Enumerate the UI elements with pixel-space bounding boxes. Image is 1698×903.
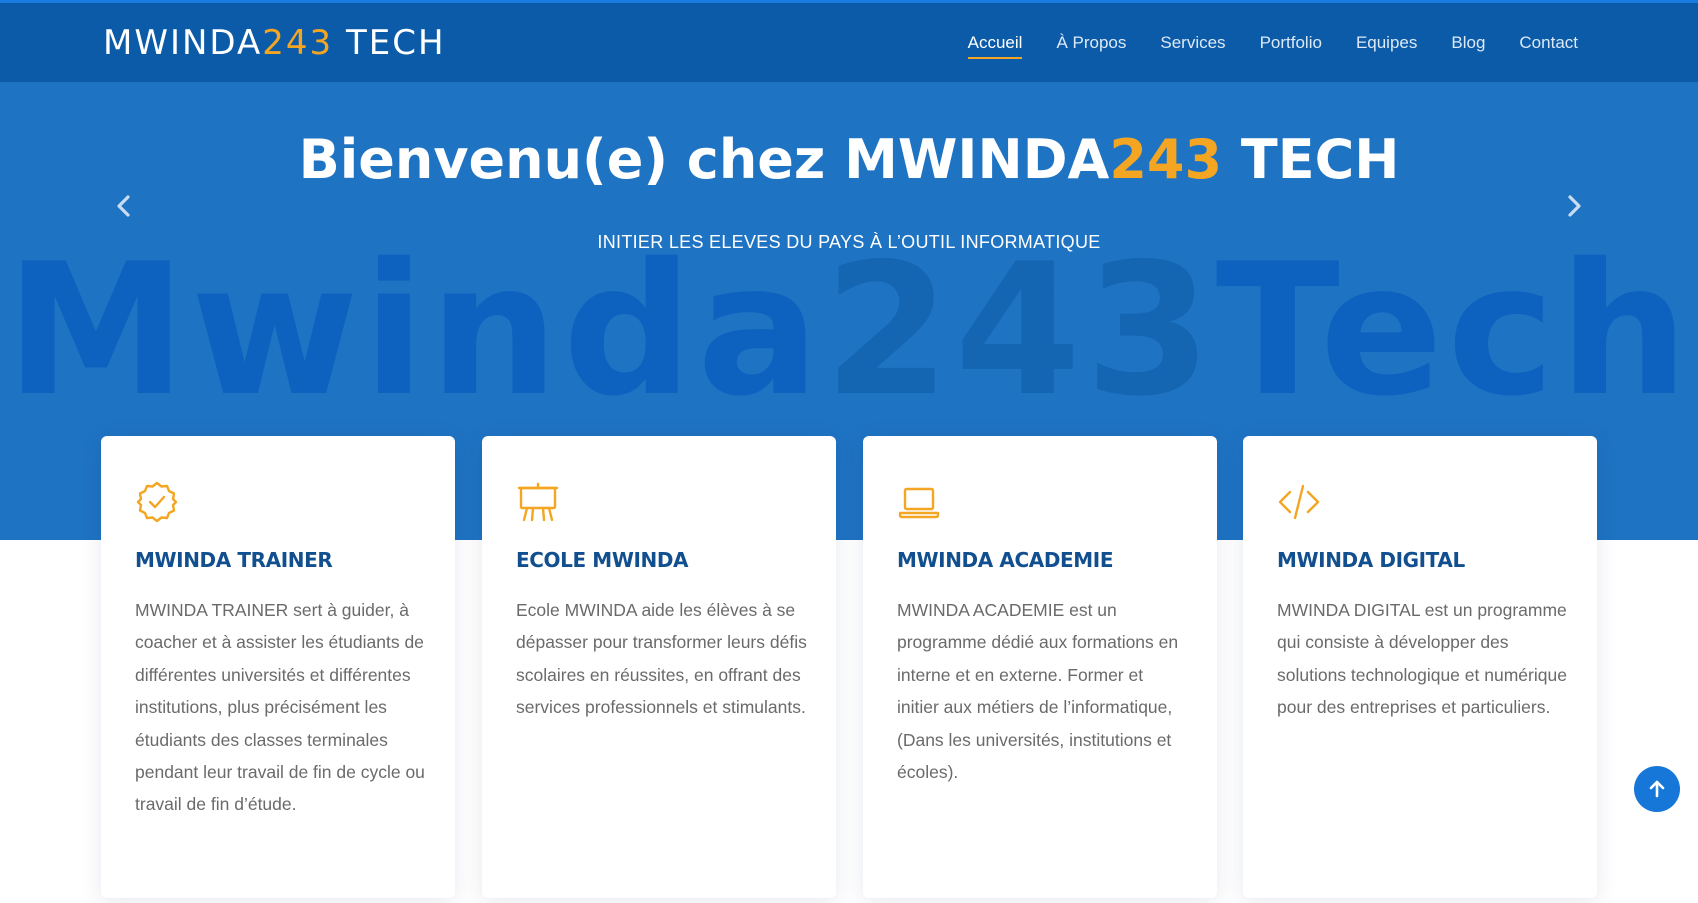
- service-card-ecole[interactable]: ECOLE MWINDA Ecole MWINDA aide les élève…: [482, 436, 836, 898]
- site-header: MWINDA243 TECH Accueil À Propos Services…: [0, 0, 1698, 82]
- hero-title-part1: Bienvenu(e) chez MWINDA: [298, 128, 1110, 191]
- back-to-top-button[interactable]: [1634, 766, 1680, 812]
- arrow-up-icon: [1649, 780, 1665, 798]
- card-title: MWINDA ACADEMIE: [897, 548, 1114, 572]
- chevron-left-icon: [117, 195, 130, 217]
- site-logo[interactable]: MWINDA243 TECH: [103, 23, 446, 63]
- carousel-prev-button[interactable]: [105, 186, 145, 226]
- logo-text-part3: TECH: [333, 23, 446, 63]
- card-description: MWINDA ACADEMIE est un programme dédié a…: [897, 600, 1179, 783]
- logo-text-accent: 243: [262, 23, 334, 63]
- nav-link-equipes[interactable]: Equipes: [1339, 25, 1434, 59]
- hero-title: Bienvenu(e) chez MWINDA243 TECH: [0, 128, 1698, 191]
- card-title: MWINDA DIGITAL: [1277, 548, 1465, 572]
- hero-title-accent: 243: [1109, 128, 1223, 191]
- nav-link-accueil[interactable]: Accueil: [951, 25, 1040, 59]
- nav-link-blog[interactable]: Blog: [1434, 25, 1502, 59]
- card-description: Ecole MWINDA aide les élèves à se dépass…: [516, 600, 807, 718]
- card-title: MWINDA TRAINER: [135, 548, 333, 572]
- card-description: MWINDA TRAINER sert à guider, à coacher …: [135, 600, 425, 815]
- hero-title-part3: TECH: [1222, 128, 1400, 191]
- service-card-academie[interactable]: MWINDA ACADEMIE MWINDA ACADEMIE est un p…: [863, 436, 1217, 898]
- card-description: MWINDA DIGITAL est un programme qui cons…: [1277, 600, 1567, 718]
- easel-icon: [517, 482, 559, 522]
- nav-link-portfolio[interactable]: Portfolio: [1243, 25, 1339, 59]
- laptop-icon: [898, 487, 940, 519]
- nav-link-a-propos[interactable]: À Propos: [1039, 25, 1143, 59]
- nav-link-services[interactable]: Services: [1143, 25, 1242, 59]
- code-icon: [1278, 484, 1320, 520]
- watermark-part3: Tech: [1215, 224, 1693, 436]
- main-nav: Accueil À Propos Services Portfolio Equi…: [951, 25, 1595, 59]
- carousel-next-button[interactable]: [1553, 186, 1593, 226]
- service-card-digital[interactable]: MWINDA DIGITAL MWINDA DIGITAL est un pro…: [1243, 436, 1597, 898]
- chevron-right-icon: [1568, 195, 1581, 217]
- watermark-part2: 243: [823, 224, 1216, 436]
- badge-check-icon: [136, 481, 178, 523]
- logo-text-part1: MWINDA: [103, 23, 263, 63]
- card-title: ECOLE MWINDA: [516, 548, 689, 572]
- service-card-trainer[interactable]: MWINDA TRAINER MWINDA TRAINER sert à gui…: [101, 436, 455, 898]
- watermark-part1: Mwinda: [5, 224, 824, 436]
- hero-watermark: Mwinda243Tech: [0, 239, 1698, 421]
- hero-subtitle: INITIER LES ELEVES DU PAYS À L’OUTIL INF…: [597, 232, 1101, 252]
- nav-link-contact[interactable]: Contact: [1502, 25, 1595, 59]
